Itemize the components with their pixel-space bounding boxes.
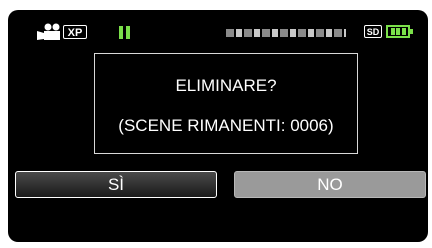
video-camera-icon xyxy=(37,23,60,40)
status-bar: XP SD xyxy=(8,10,428,46)
timecode-indicator xyxy=(226,29,346,37)
delete-confirm-dialog: ELIMINARE? (SCENE RIMANENTI: 0006) xyxy=(94,53,358,154)
camera-screen: XP SD ELIMINARE? (SCENE RIMANENTI: 0006)… xyxy=(8,10,428,242)
pause-icon xyxy=(118,26,132,39)
yes-button[interactable]: SÌ xyxy=(15,171,217,198)
sd-card-badge: SD xyxy=(364,25,382,38)
remaining-scenes-text: (SCENE RIMANENTI: 0006) xyxy=(118,116,334,135)
quality-badge: XP xyxy=(63,25,87,39)
battery-full-icon xyxy=(386,25,413,38)
dialog-question: ELIMINARE? xyxy=(175,76,277,95)
no-button[interactable]: NO xyxy=(234,171,426,198)
